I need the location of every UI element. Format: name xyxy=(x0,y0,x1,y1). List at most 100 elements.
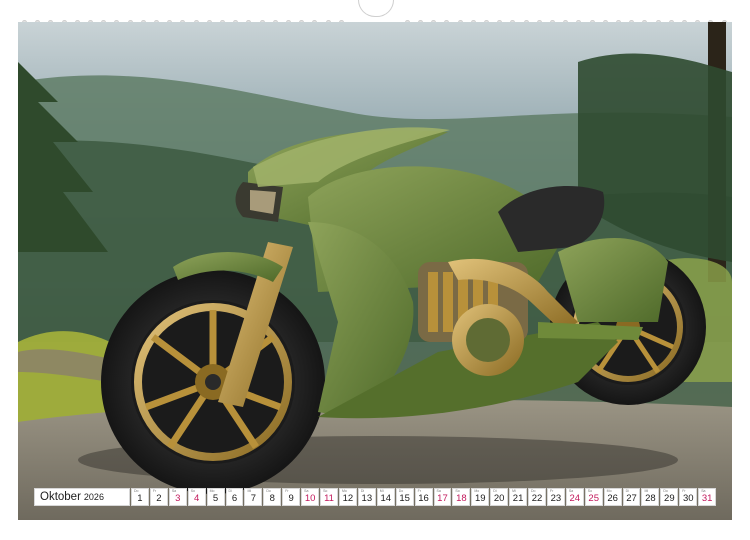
day-cell: Mo 19 xyxy=(471,488,490,506)
day-cell: Sa 31 xyxy=(698,488,717,506)
month-year: 2026 xyxy=(83,492,104,502)
day-number: 12 xyxy=(342,493,354,504)
weekday-abbrev: Mi xyxy=(512,489,516,493)
weekday-abbrev: Sa xyxy=(568,489,574,493)
weekday-abbrev: Do xyxy=(398,489,404,493)
month-name: Oktober xyxy=(40,491,81,503)
day-number: 26 xyxy=(607,493,618,504)
day-number: 10 xyxy=(304,493,316,504)
day-cell: Mi 14 xyxy=(376,488,395,506)
weekday-abbrev: Mo xyxy=(474,489,480,493)
day-number: 18 xyxy=(456,493,467,504)
day-number: 8 xyxy=(269,493,275,504)
weekday-abbrev: Di xyxy=(493,489,497,493)
day-cell: Mi 7 xyxy=(244,488,263,506)
weekday-abbrev: Fr xyxy=(549,489,554,493)
day-cell: Mi 21 xyxy=(509,488,528,506)
photo-illustration xyxy=(18,22,732,520)
day-number: 13 xyxy=(361,493,373,504)
weekday-abbrev: Do xyxy=(531,489,536,493)
day-cell: So 18 xyxy=(452,488,471,506)
weekday-abbrev: Do xyxy=(134,489,139,493)
day-cell: Sa 17 xyxy=(433,488,452,506)
weekday-abbrev: Sa xyxy=(436,489,441,493)
day-cell: Fr 2 xyxy=(149,488,168,506)
weekday-abbrev: Fr xyxy=(682,489,686,493)
day-cell: Fr 30 xyxy=(679,488,698,506)
day-number: 17 xyxy=(437,493,448,504)
day-cell: Mo 5 xyxy=(206,488,225,506)
day-number: 4 xyxy=(194,493,200,504)
weekday-abbrev: Sa xyxy=(304,489,309,493)
day-cell: Di 13 xyxy=(357,488,376,506)
weekday-abbrev: Mi xyxy=(247,489,252,493)
day-number: 21 xyxy=(512,493,524,504)
day-number: 7 xyxy=(250,493,257,504)
weekday-abbrev: Sa xyxy=(171,489,177,493)
weekday-abbrev: Di xyxy=(360,489,365,493)
day-cell: So 11 xyxy=(320,488,338,506)
weekday-abbrev: Mo xyxy=(209,489,215,493)
day-number: 20 xyxy=(493,493,505,504)
weekday-abbrev: Di xyxy=(625,489,629,493)
day-number: 24 xyxy=(569,493,581,504)
weekday-abbrev: Mo xyxy=(341,489,347,493)
day-cell: Do 22 xyxy=(528,488,546,506)
day-number: 23 xyxy=(550,493,562,504)
day-cell: Sa 3 xyxy=(168,488,187,506)
motorcycle-photo xyxy=(18,22,732,520)
day-number: 19 xyxy=(474,493,486,504)
day-cell: Di 20 xyxy=(490,488,509,506)
weekday-abbrev: Mi xyxy=(379,489,384,493)
day-number: 31 xyxy=(701,493,713,504)
weekday-abbrev: Di xyxy=(228,489,232,493)
day-number: 1 xyxy=(137,493,143,504)
day-cell: Mi 28 xyxy=(641,488,660,506)
day-number: 25 xyxy=(588,493,599,504)
day-cell: Sa 10 xyxy=(301,488,320,506)
day-number: 6 xyxy=(231,493,238,504)
weekday-abbrev: Sa xyxy=(701,489,706,493)
day-cell: Mo 12 xyxy=(338,488,357,506)
weekday-abbrev: Do xyxy=(663,489,668,493)
day-number: 28 xyxy=(645,493,656,504)
calendar-date-bar: Oktober 2026 Do 1 Fr 2 Sa 3 So 4 Mo 5 Di 6 Mi 7 Do 8 Fr 9… xyxy=(34,488,717,506)
day-number: 27 xyxy=(626,493,637,504)
day-number: 29 xyxy=(664,493,675,504)
day-number: 5 xyxy=(212,493,219,504)
day-cell: Di 6 xyxy=(225,488,244,506)
day-number: 15 xyxy=(399,493,410,504)
day-number: 9 xyxy=(288,493,294,504)
day-cell: Do 1 xyxy=(131,488,149,506)
weekday-abbrev: Mi xyxy=(644,489,649,493)
weekday-abbrev: Fr xyxy=(417,489,421,493)
day-cell: Fr 9 xyxy=(282,488,301,506)
day-cell: So 4 xyxy=(187,488,206,506)
day-cell: Fr 23 xyxy=(546,488,565,506)
day-number: 22 xyxy=(531,493,543,504)
day-number: 11 xyxy=(324,493,334,504)
weekday-abbrev: So xyxy=(587,489,593,493)
day-number: 14 xyxy=(380,493,392,504)
day-number: 2 xyxy=(156,493,162,504)
day-cell: Mo 26 xyxy=(603,488,622,506)
day-cell: Do 15 xyxy=(395,488,414,506)
weekday-abbrev: Mo xyxy=(606,489,612,493)
day-cell: Do 29 xyxy=(660,488,679,506)
day-cell: Sa 24 xyxy=(565,488,584,506)
weekday-abbrev: Fr xyxy=(285,489,289,493)
day-number: 30 xyxy=(682,493,694,504)
day-cell: So 25 xyxy=(584,488,603,506)
month-label: Oktober 2026 xyxy=(34,488,130,506)
weekday-abbrev: So xyxy=(455,489,460,493)
day-number: 3 xyxy=(175,493,181,504)
day-number: 16 xyxy=(418,493,429,504)
day-cell: Fr 16 xyxy=(414,488,433,506)
day-cell: Do 8 xyxy=(263,488,282,506)
weekday-abbrev: Fr xyxy=(152,489,157,493)
weekday-abbrev: Do xyxy=(266,489,271,493)
weekday-abbrev: So xyxy=(190,489,195,493)
calendar-page: Oktober 2026 Do 1 Fr 2 Sa 3 So 4 Mo 5 Di 6 Mi 7 Do 8 Fr 9… xyxy=(0,0,750,540)
weekday-abbrev: So xyxy=(323,489,328,493)
day-cell: Di 27 xyxy=(622,488,641,506)
